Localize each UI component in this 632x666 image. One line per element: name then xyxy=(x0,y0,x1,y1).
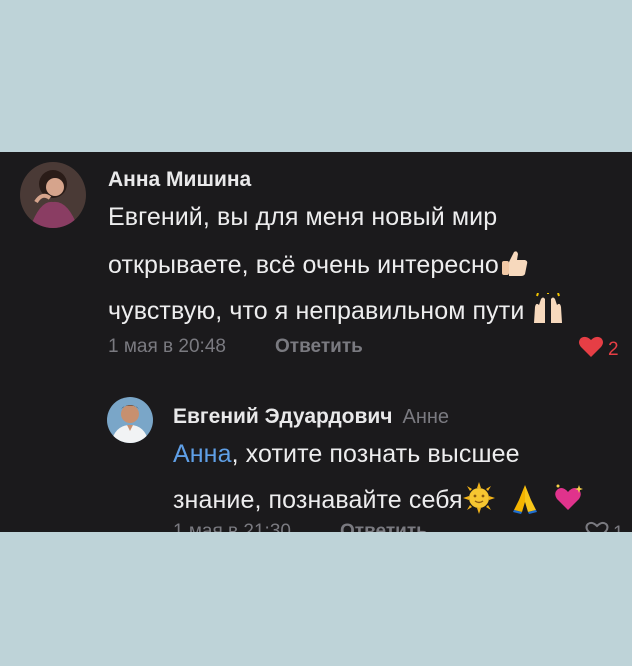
reply-reply-button[interactable]: Ответить xyxy=(340,521,428,532)
reply-addressee[interactable]: Анне xyxy=(403,406,450,428)
comments-panel: Анна Мишина Евгений, вы для меня новый м… xyxy=(0,152,632,532)
reply-author-row: Евгений Эдуардович Анне xyxy=(173,405,449,429)
reply-text-line-1-row: Анна, хотите познать высшее xyxy=(173,440,520,469)
reply-date: 1 мая в 21:30 xyxy=(173,521,291,532)
comment-text-line-2: открываете, всё очень интересно xyxy=(108,251,499,280)
comment-text-line-1: Евгений, вы для меня новый мир xyxy=(108,203,498,231)
like-button[interactable]: 2 xyxy=(578,336,619,364)
avatar-evgeniy[interactable] xyxy=(107,397,153,443)
reply-text-line-2-row: знание, познавайте себя xyxy=(173,482,585,521)
heart-outline-icon xyxy=(585,521,609,532)
comment-text-line-3-row: чувствую, что я неправильном пути xyxy=(108,291,565,332)
reply-like-button[interactable]: 1 xyxy=(585,521,624,532)
raised-hands-emoji-icon xyxy=(531,291,565,332)
reply-author[interactable]: Евгений Эдуардович xyxy=(173,405,393,428)
sparkling-heart-emoji-icon xyxy=(553,483,585,520)
comment-date: 1 мая в 20:48 xyxy=(108,336,226,357)
reply-text-line-1: , хотите познать высшее xyxy=(231,440,520,468)
reply-mention-link[interactable]: Анна xyxy=(173,440,232,468)
comment-author[interactable]: Анна Мишина xyxy=(108,168,251,192)
sun-face-emoji-icon xyxy=(462,482,495,521)
heart-icon xyxy=(578,336,604,364)
like-count: 2 xyxy=(608,339,619,360)
comment-text-line-2-row: открываете, всё очень интересно xyxy=(108,248,529,285)
thumbs-up-emoji-icon xyxy=(499,248,529,285)
reply-text-line-2: знание, познавайте себя xyxy=(173,486,463,515)
reply-like-count: 1 xyxy=(613,523,624,532)
reply-button[interactable]: Ответить xyxy=(275,336,363,358)
comment-text-line-3: чувствую, что я неправильном пути xyxy=(108,297,525,326)
avatar-anna[interactable] xyxy=(20,162,86,228)
folded-hands-emoji-icon xyxy=(510,482,540,521)
